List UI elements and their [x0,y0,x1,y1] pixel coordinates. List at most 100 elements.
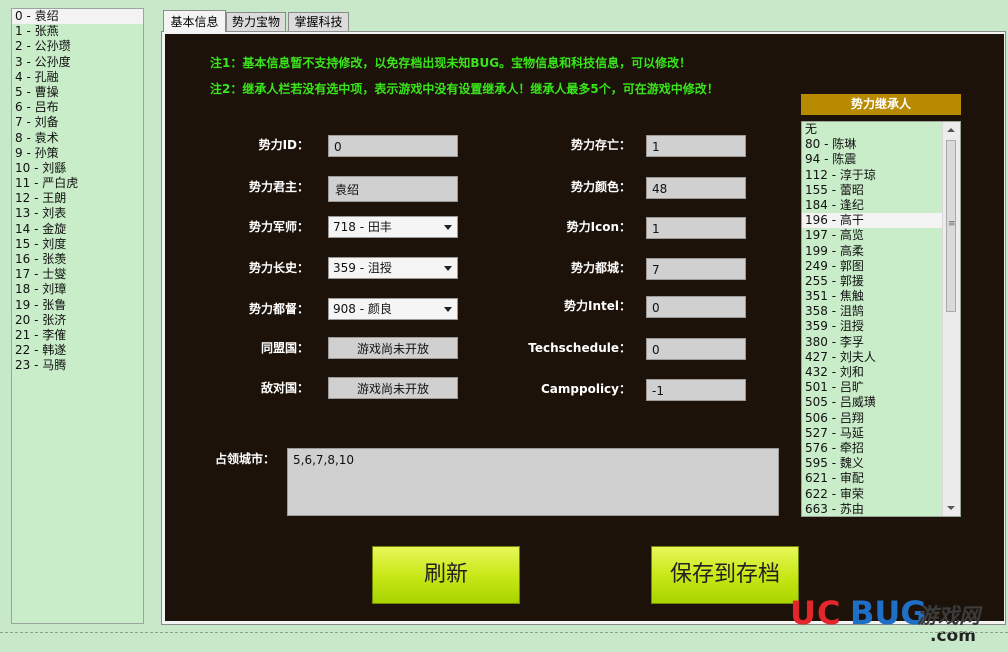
faction-list-item[interactable]: 6 - 吕布 [12,100,143,115]
faction-list-item[interactable]: 3 - 公孙度 [12,55,143,70]
scroll-up-icon[interactable] [947,128,955,132]
cities-textarea[interactable]: 5,6,7,8,10 [287,448,779,516]
faction-list-item[interactable]: 23 - 马腾 [12,358,143,373]
commander-label: 势力都督： [248,302,309,316]
cities-label: 占领城市： [214,452,275,466]
faction-list-item[interactable]: 18 - 刘璋 [12,282,143,297]
heir-list-item[interactable]: 249 - 郭图 [802,259,960,274]
faction-list-item[interactable]: 12 - 王朗 [12,191,143,206]
heir-list-item[interactable]: 432 - 刘和 [802,365,960,380]
faction-id-field[interactable]: 0 [328,135,458,157]
scroll-down-icon[interactable] [947,506,955,510]
faction-list-item[interactable]: 14 - 金旋 [12,222,143,237]
faction-list-item[interactable]: 13 - 刘表 [12,206,143,221]
heir-header: 势力继承人 [801,94,961,115]
faction-list-item[interactable]: 10 - 刘繇 [12,161,143,176]
heir-list-item[interactable]: 199 - 高柔 [802,244,960,259]
icon-field[interactable]: 1 [646,217,746,239]
commander-select[interactable]: 908 - 颜良 [328,298,458,320]
faction-list-item[interactable]: 9 - 孙策 [12,146,143,161]
chevron-down-icon [444,225,452,230]
techschedule-label: Techschedule： [528,341,631,355]
faction-list-item[interactable]: 22 - 韩遂 [12,343,143,358]
intel-label: 势力Intel： [564,299,631,313]
heir-list-item[interactable]: 255 - 郭援 [802,274,960,289]
faction-list-item[interactable]: 20 - 张济 [12,313,143,328]
heir-list-item[interactable]: 380 - 李孚 [802,335,960,350]
heir-list-item[interactable]: 427 - 刘夫人 [802,350,960,365]
chevron-down-icon [444,266,452,271]
heir-list-item[interactable]: 94 - 陈震 [802,152,960,167]
enemy-field[interactable]: 游戏尚未开放 [328,377,458,399]
faction-list-item[interactable]: 16 - 张羡 [12,252,143,267]
chief-clerk-select-value: 359 - 沮授 [333,261,392,275]
faction-id-label: 势力ID： [258,138,309,152]
heir-list-item[interactable]: 663 - 苏由 [802,502,960,516]
heir-list-item[interactable]: 622 - 审荣 [802,487,960,502]
enemy-label: 敌对国： [260,381,309,395]
faction-list-item[interactable]: 8 - 袁术 [12,131,143,146]
color-field[interactable]: 48 [646,177,746,199]
faction-list-item[interactable]: 0 - 袁绍 [12,9,143,25]
faction-list-item[interactable]: 19 - 张鲁 [12,298,143,313]
scroll-thumb[interactable]: ≡ [946,140,956,312]
heir-list-item[interactable]: 621 - 审配 [802,471,960,486]
heir-list-item[interactable]: 359 - 沮授 [802,319,960,334]
chief-clerk-select[interactable]: 359 - 沮授 [328,257,458,279]
heir-list-item[interactable]: 506 - 吕翔 [802,411,960,426]
ruler-label: 势力君主： [248,180,309,194]
heir-list-item[interactable]: 505 - 吕威璜 [802,395,960,410]
faction-list-item[interactable]: 7 - 刘备 [12,115,143,130]
watermark-com: .com [930,626,976,646]
icon-label: 势力Icon： [566,220,631,234]
heir-list-item[interactable]: 196 - 高干 [802,213,960,229]
color-label: 势力颜色： [570,180,631,194]
watermark-logo: UC BUG 游戏网 .com [790,592,1005,648]
heir-scrollbar[interactable]: ≡ [942,122,960,516]
ruler-field[interactable]: 袁绍 [328,176,458,202]
capital-field[interactable]: 7 [646,258,746,280]
heir-list-item[interactable]: 358 - 沮鹄 [802,304,960,319]
watermark-bug: BUG [850,594,927,632]
heir-list-item[interactable]: 无 [802,122,960,137]
tab-technology[interactable]: 掌握科技 [288,12,349,31]
faction-list-item[interactable]: 15 - 刘度 [12,237,143,252]
heir-list-item[interactable]: 80 - 陈琳 [802,137,960,152]
faction-list-item[interactable]: 17 - 士燮 [12,267,143,282]
save-to-archive-button[interactable]: 保存到存档 [651,546,799,604]
heir-list-item[interactable]: 155 - 蕾昭 [802,183,960,198]
heir-list-item[interactable]: 197 - 高览 [802,228,960,243]
tab-treasures[interactable]: 势力宝物 [226,12,286,31]
faction-list-item[interactable]: 4 - 孔融 [12,70,143,85]
heir-list-item[interactable]: 184 - 逢纪 [802,198,960,213]
heir-list[interactable]: 无 80 - 陈琳 94 - 陈震 112 - 淳于琼 155 - 蕾昭 184 - 逢纪… [801,121,961,517]
faction-list-item[interactable]: 2 - 公孙瓒 [12,39,143,54]
techschedule-field[interactable]: 0 [646,338,746,360]
heir-list-item[interactable]: 595 - 魏义 [802,456,960,471]
faction-list-item[interactable]: 21 - 李傕 [12,328,143,343]
commander-select-value: 908 - 颜良 [333,302,392,316]
alive-field[interactable]: 1 [646,135,746,157]
watermark-uc: UC [790,594,842,632]
heir-list-item[interactable]: 112 - 淳于琼 [802,168,960,183]
heir-list-item[interactable]: 576 - 牵招 [802,441,960,456]
intel-field[interactable]: 0 [646,296,746,318]
tab-basic-info[interactable]: 基本信息 [163,10,226,32]
advisor-select[interactable]: 718 - 田丰 [328,216,458,238]
heir-list-item[interactable]: 351 - 焦触 [802,289,960,304]
refresh-button[interactable]: 刷新 [372,546,520,604]
grip-icon: ≡ [948,219,956,229]
chief-clerk-label: 势力长史： [248,261,309,275]
faction-list-item[interactable]: 1 - 张燕 [12,24,143,39]
camppolicy-label: Camppolicy： [541,382,631,396]
camppolicy-field[interactable]: -1 [646,379,746,401]
faction-list-item[interactable]: 5 - 曹操 [12,85,143,100]
heir-list-item[interactable]: 501 - 吕旷 [802,380,960,395]
alliance-field[interactable]: 游戏尚未开放 [328,337,458,359]
faction-list-item[interactable]: 11 - 严白虎 [12,176,143,191]
heir-list-item[interactable]: 527 - 马延 [802,426,960,441]
basic-info-panel: 注1：基本信息暂不支持修改，以免存档出现未知BUG。宝物信息和科技信息，可以修改… [165,34,1004,621]
note-1: 注1：基本信息暂不支持修改，以免存档出现未知BUG。宝物信息和科技信息，可以修改… [210,56,692,70]
note-2: 注2：继承人栏若没有选中项，表示游戏中没有设置继承人！继承人最多5个，可在游戏中… [210,82,719,96]
faction-list[interactable]: 0 - 袁绍 1 - 张燕 2 - 公孙瓒 3 - 公孙度 4 - 孔融 5 - 曹操 6 … [11,8,144,624]
